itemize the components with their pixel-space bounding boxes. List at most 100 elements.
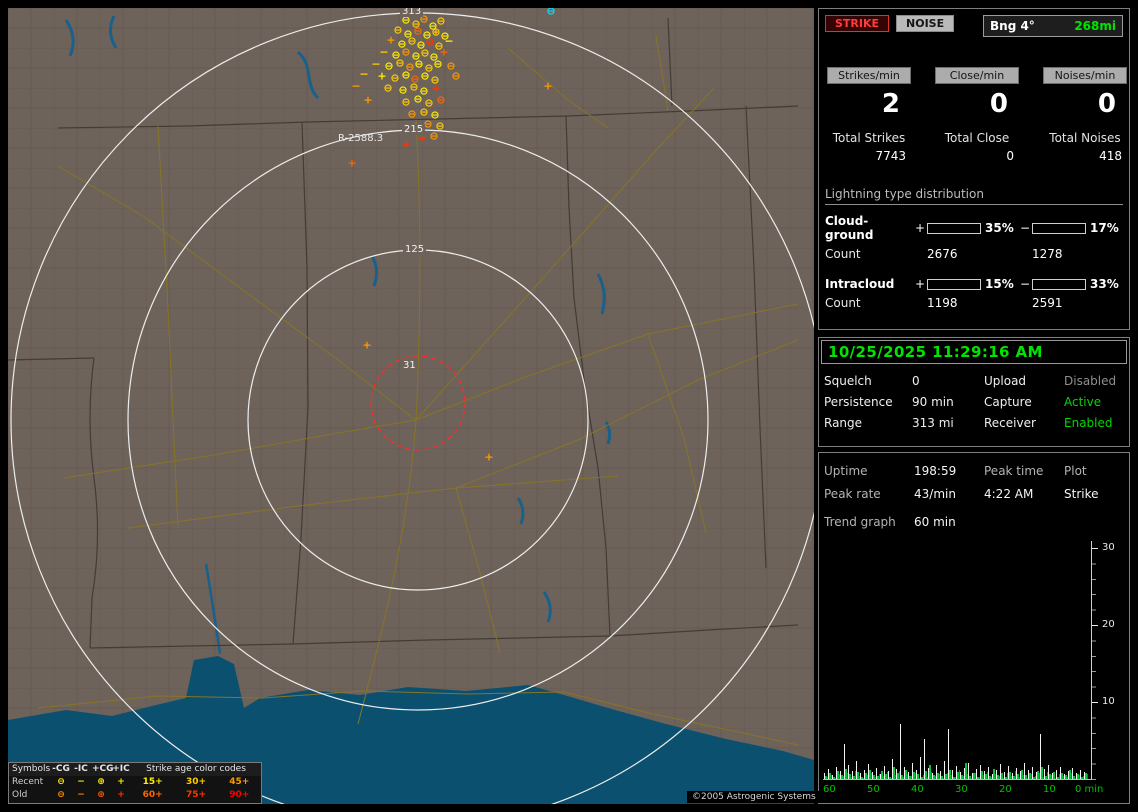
range-label: Range — [824, 416, 912, 430]
trend-bar-red — [887, 772, 888, 779]
peak-rate-label: Peak rate — [824, 487, 914, 501]
noises-per-min-button[interactable]: Noises/min — [1043, 67, 1127, 84]
trend-bar-red — [1015, 771, 1016, 779]
trend-graph: 30 20 10 60 50 40 30 20 10 0 min — [823, 539, 1127, 801]
trend-bar-white — [920, 757, 921, 779]
trend-bar-white — [900, 724, 901, 779]
strike-symbol: + — [543, 81, 552, 92]
bearing-value: Bng 4° — [990, 19, 1035, 33]
pos-cg-old-icon: ⊕ — [91, 789, 111, 802]
strike-symbol: ⊖ — [419, 107, 428, 118]
trend-x-tick-label: 50 — [867, 784, 880, 795]
intracloud-pos-pct: 15% — [982, 277, 1018, 291]
cloud-ground-neg-pct: 17% — [1087, 221, 1123, 235]
trend-bar-red — [959, 770, 960, 779]
intracloud-neg-pct: 33% — [1087, 277, 1123, 291]
plus-sign: + — [914, 221, 926, 235]
strike-symbol: ⊖ — [395, 58, 404, 69]
strike-symbol: ⊖ — [401, 97, 410, 108]
strike-symbol: − — [351, 81, 360, 92]
strikes-per-min-button[interactable]: Strikes/min — [827, 67, 911, 84]
neg-ic-recent-icon: − — [71, 776, 91, 789]
strike-symbol: − — [371, 59, 380, 70]
trend-bar-red — [1047, 772, 1048, 779]
strike-symbol: − — [379, 47, 388, 58]
minus-sign: − — [1019, 277, 1031, 291]
neg-cg-old-icon: ⊖ — [51, 789, 71, 802]
lightning-map[interactable]: ⊖⊖⊖⊖⊖⊖⊖⊖⊖⊕⊖+⊖⊖⊖⊖⊖−−⊖⊖⊖⊖⊖+−⊖⊖⊖⊖⊖⊖⊖−+⊖⊖⊖⊖⊖… — [8, 8, 814, 804]
age-code-15: 15+ — [131, 776, 174, 789]
strike-symbol: ⊖ — [429, 131, 438, 142]
total-close-label: Total Close — [935, 131, 1019, 145]
status-panel: 10/25/2025 11:29:16 AM Squelch 0 Upload … — [818, 337, 1130, 447]
legend-col-neg-cg: -CG — [51, 763, 71, 776]
age-code-45: 45+ — [218, 776, 261, 789]
pos-cg-recent-icon: ⊕ — [91, 776, 111, 789]
receiver-status: Enabled — [1064, 416, 1129, 430]
trend-x-tick-label: 40 — [911, 784, 924, 795]
cloud-ground-label: Cloud-ground — [825, 214, 913, 242]
receiver-status-label: Receiver — [984, 416, 1064, 430]
intracloud-label: Intracloud — [825, 277, 913, 291]
legend-col-pos-ic: +IC — [111, 763, 131, 776]
plot-label: Plot — [1064, 464, 1129, 478]
noises-per-min-value: 0 — [1043, 89, 1127, 119]
trend-y-tick-label: 30 — [1102, 542, 1126, 553]
strike-symbol: ⊖ — [409, 82, 418, 93]
strike-symbol: ⊖ — [413, 94, 422, 105]
strike-symbol: ⊖ — [436, 95, 445, 106]
age-code-30: 30+ — [174, 776, 217, 789]
strike-symbol: ⊖ — [383, 83, 392, 94]
neg-ic-old-icon: − — [71, 789, 91, 802]
close-per-min-button[interactable]: Close/min — [935, 67, 1019, 84]
strike-symbol: + — [439, 47, 448, 58]
count-label: Count — [825, 247, 913, 261]
cloud-ground-neg-count: 1278 — [1032, 247, 1123, 261]
strike-symbol: + — [484, 452, 493, 463]
total-noises-value: 418 — [1043, 149, 1127, 163]
upload-label: Upload — [984, 374, 1064, 388]
trend-x-tick-label: 0 min — [1075, 784, 1103, 795]
range-ring-label: 125 — [403, 244, 426, 255]
trend-y-tick — [1092, 548, 1098, 549]
strike-symbol: ⊖ — [420, 71, 429, 82]
strike-symbol: + — [431, 83, 440, 94]
squelch-value: 0 — [912, 374, 984, 388]
receiver-label: R-2588.3 — [338, 133, 383, 144]
rate-counters: Strikes/min Close/min Noises/min 2 0 0 T… — [825, 67, 1123, 163]
peak-rate-value: 43/min — [914, 487, 984, 501]
cloud-ground-pos-pct: 35% — [982, 221, 1018, 235]
strike-symbol: ⊖ — [407, 109, 416, 120]
uptime-value: 198:59 — [914, 464, 984, 478]
cloud-ground-pos-bar — [927, 223, 981, 234]
range-ring-label: 313 — [400, 8, 423, 17]
trend-y-tick — [1092, 625, 1098, 626]
bearing-readout: Bng 4° 268mi — [983, 15, 1123, 37]
trend-graph-window: 60 min — [914, 515, 1129, 529]
strike-symbol: + — [386, 35, 395, 46]
age-code-90: 90+ — [218, 789, 261, 802]
age-code-60: 60+ — [131, 789, 174, 802]
trend-panel: Uptime 198:59 Peak time Plot Peak rate 4… — [818, 452, 1130, 804]
legend-col-pos-cg: +CG — [91, 763, 111, 776]
strikes-per-min-value: 2 — [827, 89, 911, 119]
legend-recent-label: Recent — [9, 776, 51, 789]
trend-bars — [823, 539, 1091, 779]
plus-sign: + — [914, 277, 926, 291]
legend-symbols-title: Symbols — [9, 763, 51, 776]
total-close-value: 0 — [935, 149, 1019, 163]
legend-col-neg-ic: -IC — [71, 763, 91, 776]
trend-x-tick-label: 30 — [955, 784, 968, 795]
strike-symbol: − — [359, 69, 368, 80]
strike-indicator[interactable]: STRIKE — [825, 15, 889, 32]
peak-time-value: 4:22 AM — [984, 487, 1064, 501]
age-code-75: 75+ — [174, 789, 217, 802]
trend-x-tick-label: 10 — [1043, 784, 1056, 795]
pos-ic-old-icon: + — [111, 789, 131, 802]
trend-bar-red — [931, 772, 932, 779]
noise-indicator[interactable]: NOISE — [896, 15, 954, 32]
strike-symbol: ⊖ — [398, 85, 407, 96]
intracloud-pos-count: 1198 — [927, 296, 1018, 310]
trend-y-tick — [1092, 702, 1098, 703]
trend-bar-red — [855, 771, 856, 779]
